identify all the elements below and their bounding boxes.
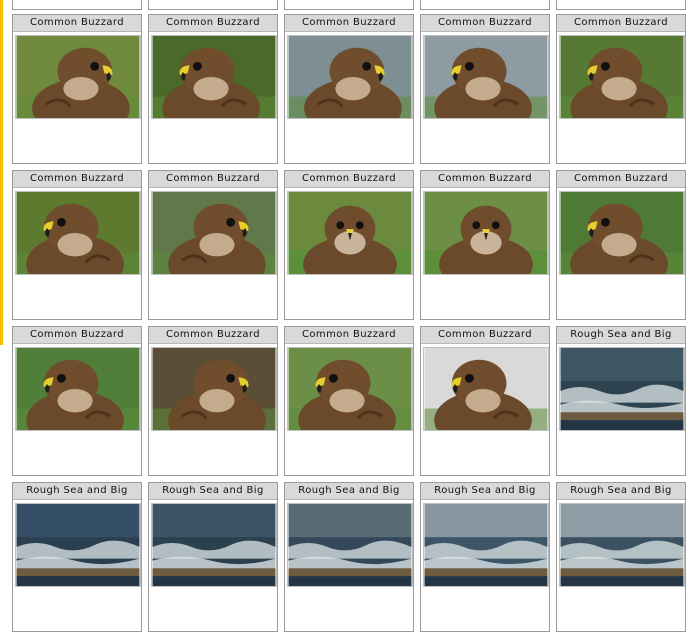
gallery-photo-card[interactable] bbox=[556, 0, 686, 10]
gallery-photo-card[interactable] bbox=[420, 0, 550, 10]
buzzard-photo-thumbnail[interactable] bbox=[559, 35, 685, 119]
photo-title: Rough Sea and Big bbox=[149, 483, 277, 500]
gallery-photo-card[interactable]: Rough Sea and Big bbox=[556, 326, 686, 476]
gallery-photo-card[interactable]: Common Buzzard bbox=[148, 170, 278, 320]
buzzard-photo-thumbnail[interactable] bbox=[287, 347, 413, 431]
photo-title: Common Buzzard bbox=[149, 15, 277, 32]
buzzard-photo-thumbnail[interactable] bbox=[15, 347, 141, 431]
photo-title: Common Buzzard bbox=[557, 171, 685, 188]
buzzard-photo-thumbnail[interactable] bbox=[151, 35, 277, 119]
gallery-photo-card[interactable]: Common Buzzard bbox=[420, 14, 550, 164]
buzzard-photo-thumbnail[interactable] bbox=[423, 347, 549, 431]
sea-photo-thumbnail[interactable] bbox=[287, 503, 413, 587]
photo-gallery-grid: Common Buzzard Common Buzzard Common Buz… bbox=[0, 0, 699, 632]
photo-title: Common Buzzard bbox=[13, 15, 141, 32]
gallery-photo-card[interactable]: Common Buzzard bbox=[420, 326, 550, 476]
photo-title: Common Buzzard bbox=[13, 171, 141, 188]
gallery-photo-card[interactable]: Rough Sea and Big bbox=[556, 482, 686, 632]
gallery-photo-card[interactable]: Common Buzzard bbox=[556, 170, 686, 320]
gallery-photo-card[interactable]: Common Buzzard bbox=[148, 326, 278, 476]
photo-title: Common Buzzard bbox=[285, 327, 413, 344]
buzzard-photo-thumbnail[interactable] bbox=[559, 191, 685, 275]
sea-photo-thumbnail[interactable] bbox=[559, 503, 685, 587]
sea-photo-thumbnail[interactable] bbox=[15, 503, 141, 587]
gallery-photo-card[interactable] bbox=[148, 0, 278, 10]
buzzard-photo-thumbnail[interactable] bbox=[423, 35, 549, 119]
gallery-photo-card[interactable] bbox=[12, 0, 142, 10]
buzzard-photo-thumbnail[interactable] bbox=[423, 191, 549, 275]
gallery-photo-card[interactable]: Common Buzzard bbox=[12, 170, 142, 320]
photo-title: Rough Sea and Big bbox=[557, 483, 685, 500]
photo-title: Common Buzzard bbox=[13, 327, 141, 344]
gallery-photo-card[interactable]: Rough Sea and Big bbox=[420, 482, 550, 632]
gallery-photo-card[interactable]: Common Buzzard bbox=[284, 14, 414, 164]
photo-title: Rough Sea and Big bbox=[285, 483, 413, 500]
buzzard-photo-thumbnail[interactable] bbox=[151, 347, 277, 431]
gallery-photo-card[interactable]: Rough Sea and Big bbox=[284, 482, 414, 632]
buzzard-photo-thumbnail[interactable] bbox=[287, 191, 413, 275]
photo-title: Common Buzzard bbox=[149, 327, 277, 344]
photo-title: Common Buzzard bbox=[557, 15, 685, 32]
photo-title: Rough Sea and Big bbox=[13, 483, 141, 500]
buzzard-photo-thumbnail[interactable] bbox=[287, 35, 413, 119]
gallery-photo-card[interactable]: Common Buzzard bbox=[12, 326, 142, 476]
photo-title: Common Buzzard bbox=[421, 171, 549, 188]
gallery-photo-card[interactable]: Common Buzzard bbox=[12, 14, 142, 164]
gallery-photo-card[interactable]: Common Buzzard bbox=[284, 170, 414, 320]
sea-photo-thumbnail[interactable] bbox=[151, 503, 277, 587]
buzzard-photo-thumbnail[interactable] bbox=[151, 191, 277, 275]
photo-title: Rough Sea and Big bbox=[557, 327, 685, 344]
gallery-photo-card[interactable]: Common Buzzard bbox=[148, 14, 278, 164]
gallery-photo-card[interactable]: Common Buzzard bbox=[556, 14, 686, 164]
sea-photo-thumbnail[interactable] bbox=[559, 347, 685, 431]
gallery-photo-card[interactable]: Common Buzzard bbox=[284, 326, 414, 476]
gallery-photo-card[interactable] bbox=[284, 0, 414, 10]
photo-title: Common Buzzard bbox=[421, 15, 549, 32]
photo-title: Common Buzzard bbox=[421, 327, 549, 344]
buzzard-photo-thumbnail[interactable] bbox=[15, 35, 141, 119]
photo-title: Common Buzzard bbox=[285, 15, 413, 32]
photo-title: Rough Sea and Big bbox=[421, 483, 549, 500]
gallery-photo-card[interactable]: Rough Sea and Big bbox=[148, 482, 278, 632]
gallery-photo-card[interactable]: Common Buzzard bbox=[420, 170, 550, 320]
photo-title: Common Buzzard bbox=[149, 171, 277, 188]
sea-photo-thumbnail[interactable] bbox=[423, 503, 549, 587]
buzzard-photo-thumbnail[interactable] bbox=[15, 191, 141, 275]
photo-title: Common Buzzard bbox=[285, 171, 413, 188]
gallery-photo-card[interactable]: Rough Sea and Big bbox=[12, 482, 142, 632]
